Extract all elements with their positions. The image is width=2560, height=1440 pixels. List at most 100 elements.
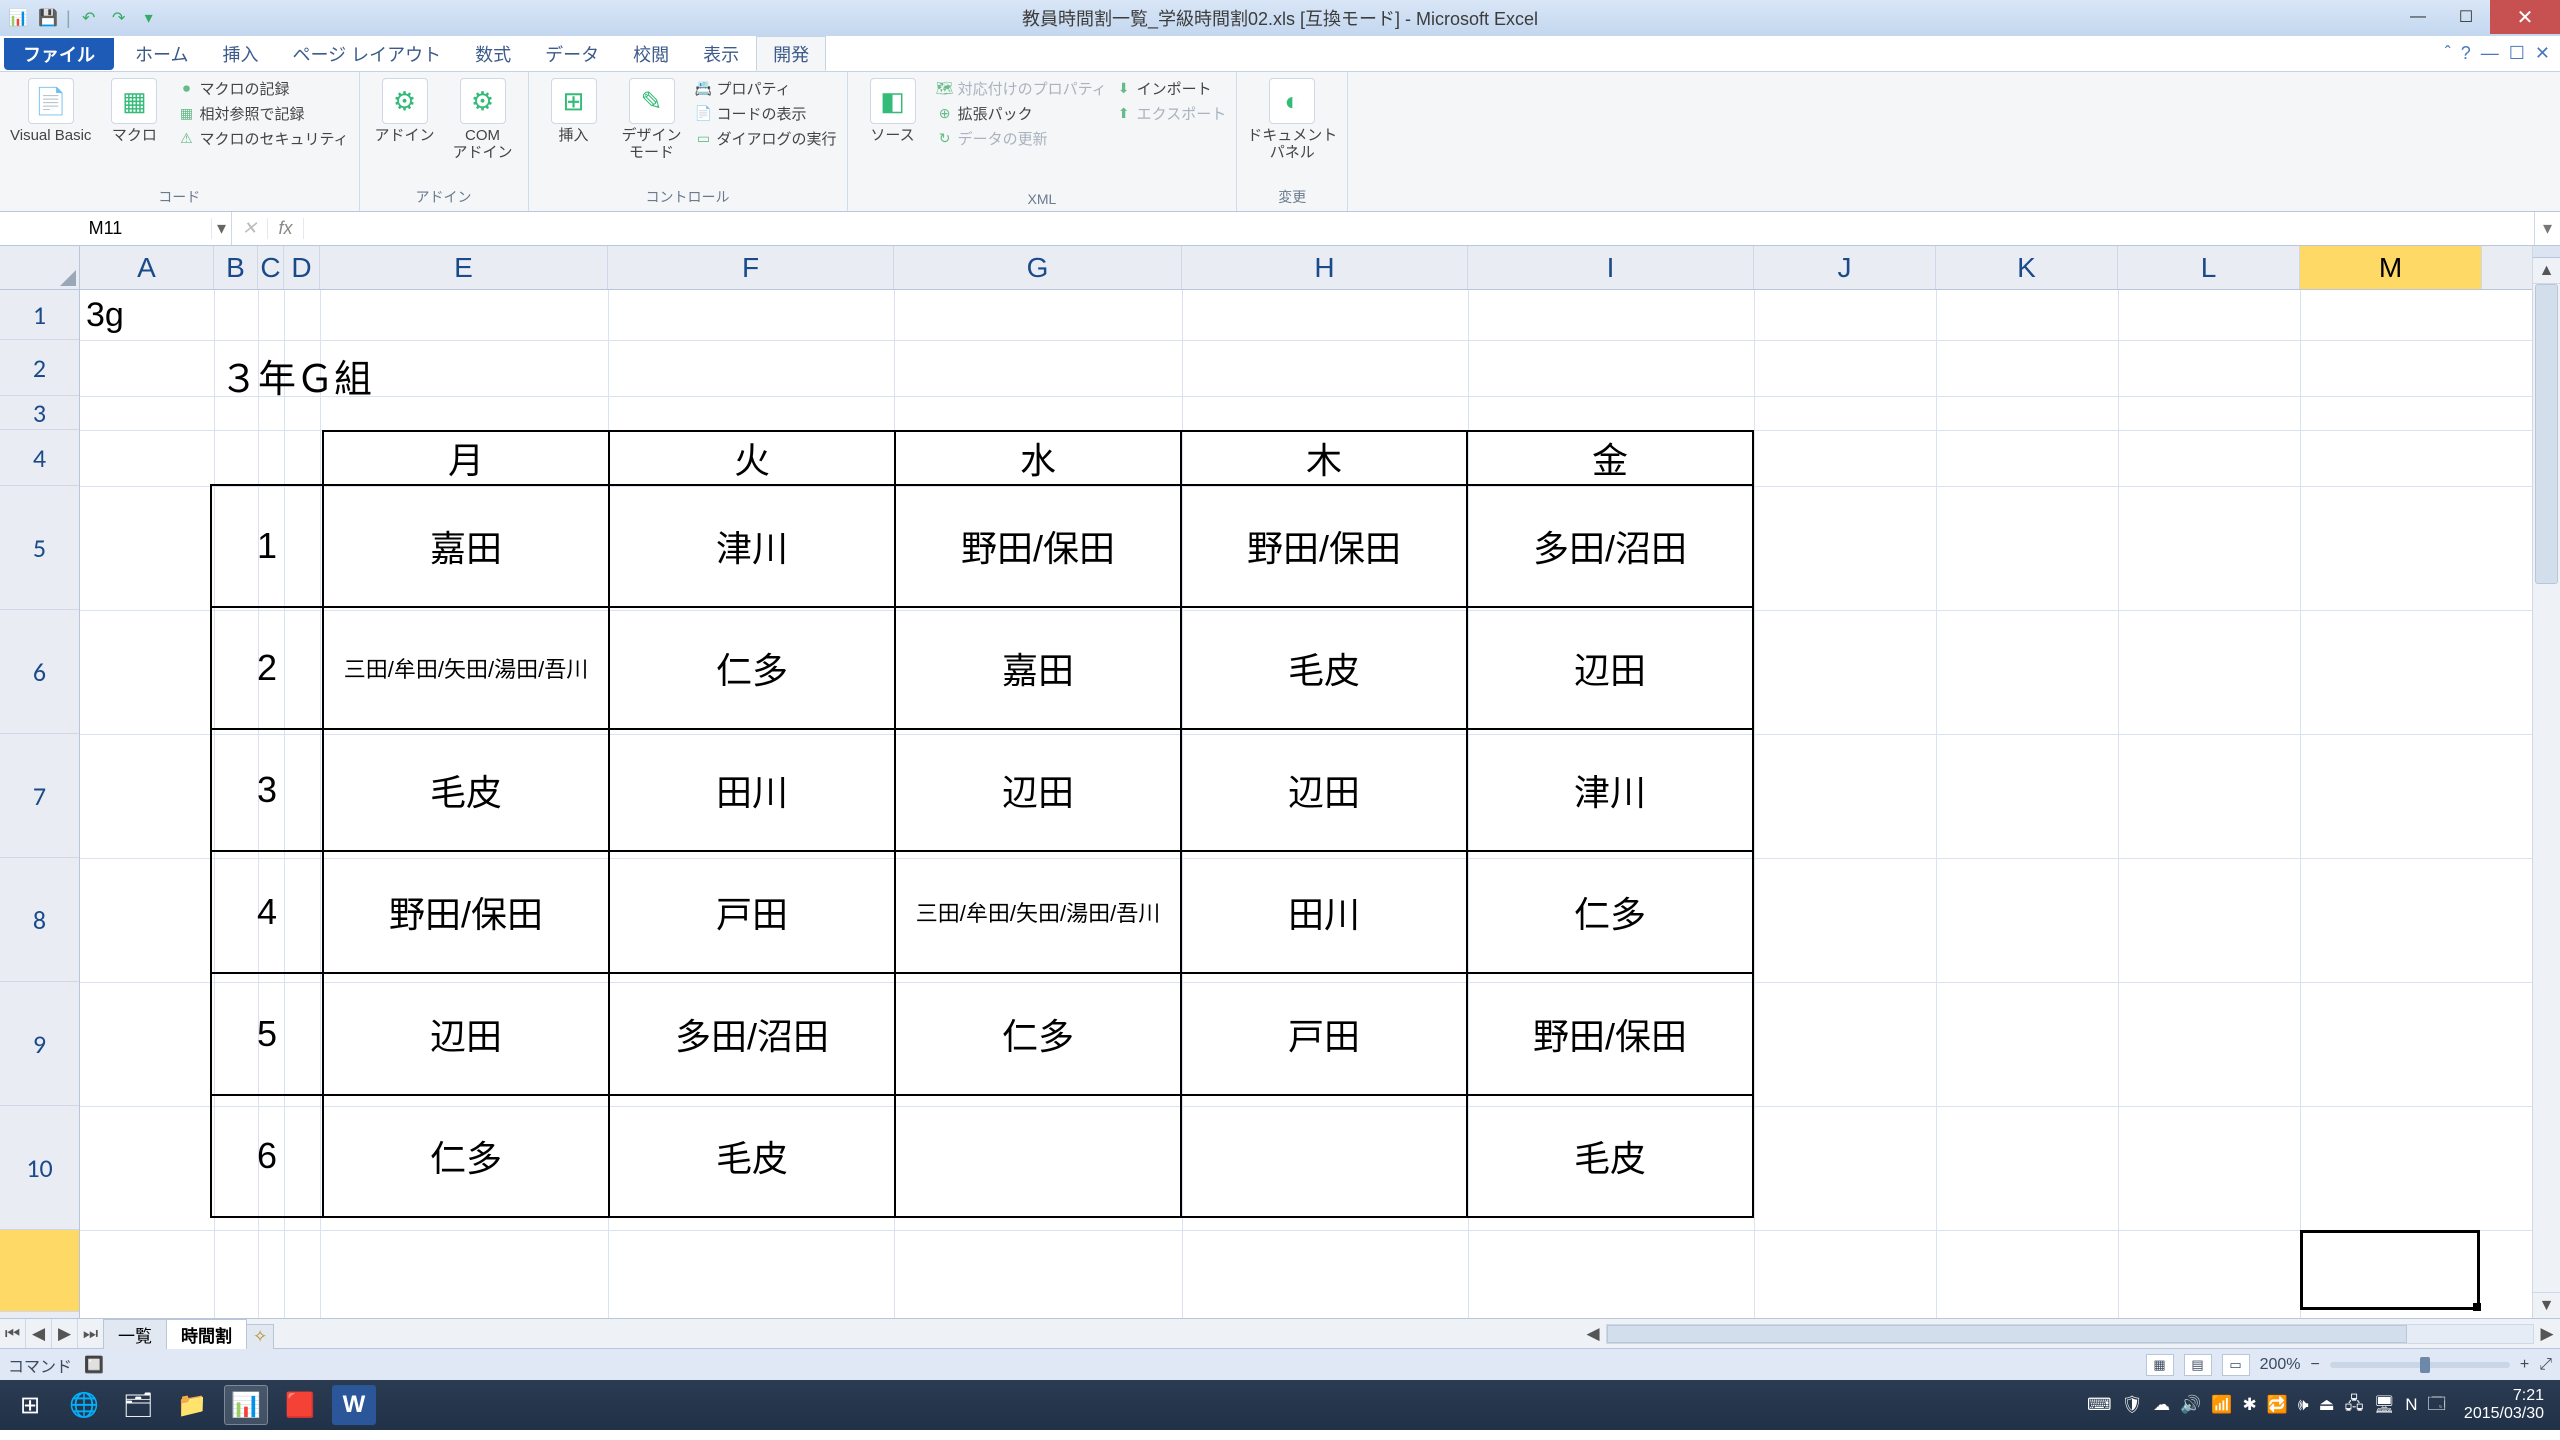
- col-header-selected[interactable]: M: [2300, 246, 2482, 289]
- col-header[interactable]: I: [1468, 246, 1754, 289]
- tray-lan-icon[interactable]: 🖧: [2345, 1391, 2364, 1420]
- macro-record-status-icon[interactable]: 🔲: [84, 1355, 104, 1375]
- sheet-nav-first-icon[interactable]: ⏮: [0, 1319, 26, 1348]
- taskbar-word-icon[interactable]: W: [332, 1385, 376, 1425]
- qat-more-icon[interactable]: ▾: [137, 6, 161, 30]
- export-button[interactable]: ⬆エクスポート: [1115, 103, 1227, 124]
- tray-speaker-icon[interactable]: 🕪: [2298, 1395, 2309, 1415]
- scroll-left-icon[interactable]: ◀: [1580, 1324, 1606, 1344]
- period-cell[interactable]: 3: [211, 729, 323, 851]
- sheet-nav-next-icon[interactable]: ▶: [52, 1319, 78, 1348]
- zoom-in-icon[interactable]: +: [2520, 1356, 2529, 1374]
- tt-cell[interactable]: 毛皮: [1181, 607, 1467, 729]
- col-header[interactable]: G: [894, 246, 1182, 289]
- tray-ime-icon[interactable]: ⌨: [2087, 1395, 2112, 1415]
- help-icon[interactable]: ?: [2461, 43, 2471, 64]
- col-header[interactable]: A: [80, 246, 214, 289]
- scroll-up-icon[interactable]: ▲: [2533, 258, 2560, 284]
- hscroll-track[interactable]: [1606, 1324, 2534, 1344]
- tab-pagelayout[interactable]: ページ レイアウト: [275, 36, 458, 71]
- tt-cell[interactable]: 野田/保田: [323, 851, 609, 973]
- tt-cell[interactable]: 辺田: [895, 729, 1181, 851]
- col-header[interactable]: L: [2118, 246, 2300, 289]
- tt-cell[interactable]: 野田/保田: [895, 485, 1181, 607]
- insert-control-button[interactable]: ⊞ 挿入: [539, 78, 609, 145]
- col-header[interactable]: C: [258, 246, 284, 289]
- day-header[interactable]: 月: [323, 431, 609, 485]
- scroll-right-icon[interactable]: ▶: [2534, 1324, 2560, 1344]
- tray-shield-icon[interactable]: 🛡: [2122, 1395, 2144, 1415]
- tray-window-icon[interactable]: 🗔: [2427, 1391, 2445, 1420]
- scroll-thumb[interactable]: [2535, 284, 2558, 584]
- run-dialog-button[interactable]: ▭ダイアログの実行: [695, 128, 837, 149]
- period-cell[interactable]: 4: [211, 851, 323, 973]
- tt-cell[interactable]: 毛皮: [323, 729, 609, 851]
- tray-n-icon[interactable]: N: [2405, 1395, 2417, 1415]
- expansion-packs-button[interactable]: ⊕拡張パック: [936, 103, 1107, 124]
- tt-cell[interactable]: 毛皮: [609, 1095, 895, 1217]
- row-header[interactable]: 7: [0, 734, 79, 858]
- tt-cell[interactable]: 辺田: [1181, 729, 1467, 851]
- macro-security-button[interactable]: ⚠マクロのセキュリティ: [177, 128, 348, 149]
- day-header[interactable]: 火: [609, 431, 895, 485]
- tt-cell[interactable]: 仁多: [323, 1095, 609, 1217]
- sheet-nav-last-icon[interactable]: ⏭: [78, 1319, 104, 1348]
- name-box-input[interactable]: [0, 218, 211, 239]
- record-macro-button[interactable]: ⏺マクロの記録: [177, 78, 348, 99]
- tab-review[interactable]: 校閲: [616, 36, 686, 71]
- row-header[interactable]: 9: [0, 982, 79, 1106]
- name-box[interactable]: ▾: [0, 212, 232, 245]
- tab-data[interactable]: データ: [528, 36, 616, 71]
- tab-insert[interactable]: 挿入: [205, 36, 275, 71]
- tray-cloud-icon[interactable]: ☁: [2153, 1395, 2170, 1415]
- import-button[interactable]: ⬇インポート: [1115, 78, 1227, 99]
- start-button[interactable]: ⊞: [8, 1385, 52, 1425]
- hscroll-thumb[interactable]: [1607, 1325, 2407, 1343]
- row-header-selected[interactable]: [0, 1230, 79, 1312]
- tt-cell[interactable]: 仁多: [1467, 851, 1753, 973]
- tt-cell[interactable]: 仁多: [895, 973, 1181, 1095]
- row-header[interactable]: 3: [0, 396, 79, 430]
- scroll-down-icon[interactable]: ▼: [2533, 1292, 2560, 1318]
- col-header[interactable]: D: [284, 246, 320, 289]
- period-cell[interactable]: 2: [211, 607, 323, 729]
- page-break-view-icon[interactable]: ▭: [2222, 1354, 2250, 1376]
- cell-grid[interactable]: 3g ３年Ｇ組 月 火 水 木 金 1 嘉田 津川 野田/保田 野田/保田: [80, 290, 2532, 1318]
- tab-developer[interactable]: 開発: [756, 36, 826, 71]
- maximize-button[interactable]: ☐: [2442, 0, 2490, 34]
- tab-file[interactable]: ファイル: [4, 38, 114, 70]
- workbook-restore-icon[interactable]: ☐: [2509, 43, 2525, 64]
- close-button[interactable]: ✕: [2490, 0, 2560, 34]
- tray-volume-icon[interactable]: 🔊: [2180, 1395, 2201, 1415]
- tt-cell[interactable]: 辺田: [1467, 607, 1753, 729]
- col-header[interactable]: K: [1936, 246, 2118, 289]
- split-handle[interactable]: [2533, 246, 2560, 258]
- tt-cell[interactable]: [895, 1095, 1181, 1217]
- period-cell[interactable]: 5: [211, 973, 323, 1095]
- day-header[interactable]: 水: [895, 431, 1181, 485]
- col-header[interactable]: E: [320, 246, 608, 289]
- row-header[interactable]: 8: [0, 858, 79, 982]
- row-header[interactable]: 1: [0, 290, 79, 340]
- tt-cell[interactable]: 嘉田: [323, 485, 609, 607]
- taskbar-app-icon[interactable]: 🟥: [278, 1385, 322, 1425]
- scroll-track[interactable]: [2533, 284, 2560, 1292]
- col-header[interactable]: F: [608, 246, 894, 289]
- tt-cell[interactable]: 辺田: [323, 973, 609, 1095]
- zoom-out-icon[interactable]: −: [2311, 1356, 2320, 1374]
- tt-cell[interactable]: 田川: [609, 729, 895, 851]
- taskbar-libraries-icon[interactable]: 🗂: [116, 1385, 160, 1425]
- row-header[interactable]: 5: [0, 486, 79, 610]
- row-header[interactable]: 6: [0, 610, 79, 734]
- zoom-slider[interactable]: [2330, 1362, 2510, 1368]
- macros-button[interactable]: ▦ マクロ: [99, 78, 169, 145]
- ribbon-min-arrow-icon[interactable]: ˆ: [2445, 43, 2451, 64]
- tray-bluetooth-icon[interactable]: ✱: [2242, 1395, 2256, 1415]
- source-button[interactable]: ◧ ソース: [858, 78, 928, 145]
- relative-ref-button[interactable]: ▦相対参照で記録: [177, 103, 348, 124]
- tt-cell[interactable]: 野田/保田: [1181, 485, 1467, 607]
- col-header[interactable]: H: [1182, 246, 1468, 289]
- map-properties-button[interactable]: 🗺対応付けのプロパティ: [936, 78, 1107, 99]
- addins-button[interactable]: ⚙ アドイン: [370, 78, 440, 145]
- tt-cell[interactable]: 津川: [609, 485, 895, 607]
